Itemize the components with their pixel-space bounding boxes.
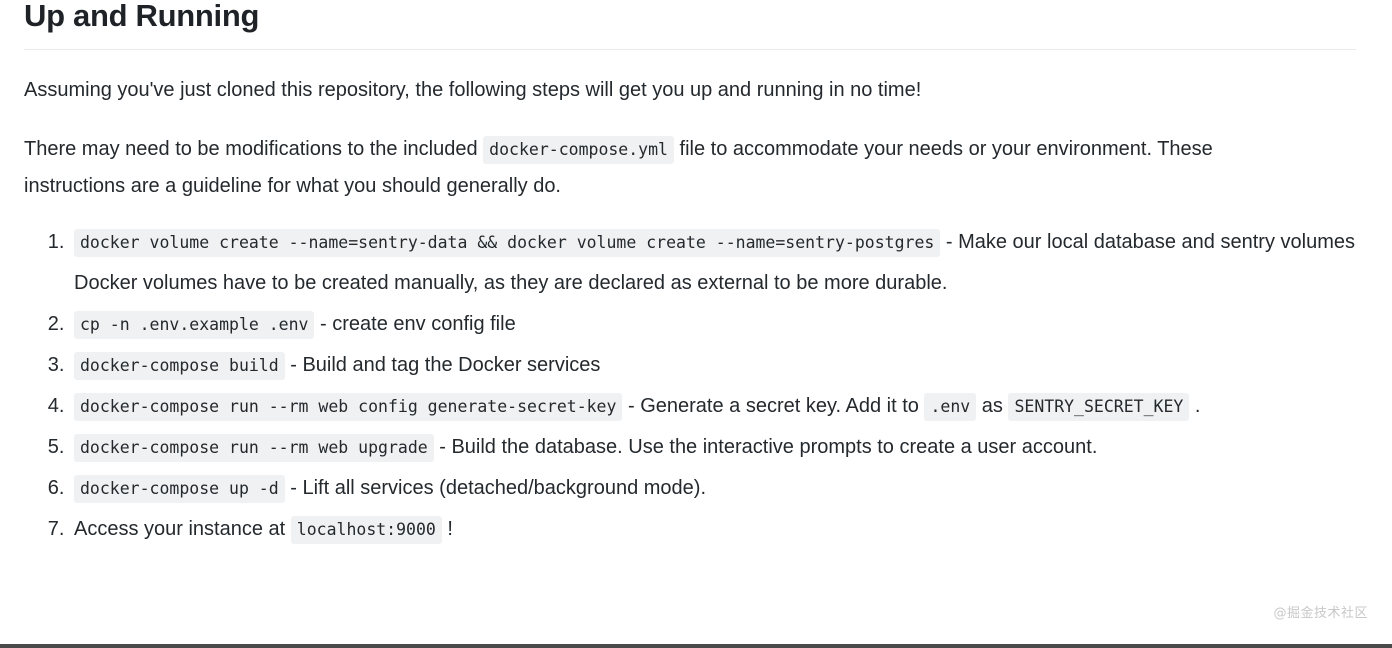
list-item: docker-compose up -d - Lift all services… xyxy=(70,468,1368,509)
intro-paragraph: Assuming you've just cloned this reposit… xyxy=(24,78,922,101)
step-6-text: - Lift all services (detached/background… xyxy=(284,476,707,499)
inline-code-web-upgrade: docker-compose run --rm web upgrade xyxy=(74,433,434,462)
list-item: docker volume create --name=sentry-data … xyxy=(70,222,1368,304)
step-5-text: - Build the database. Use the interactiv… xyxy=(433,435,1098,458)
list-item: docker-compose build - Build and tag the… xyxy=(70,345,1368,386)
list-item: docker-compose run --rm web upgrade - Bu… xyxy=(70,427,1368,468)
inline-code-cp-env: cp -n .env.example .env xyxy=(74,310,315,339)
step-4-text-mid2: as xyxy=(976,394,1009,417)
inline-code-sentry-secret-key: SENTRY_SECRET_KEY xyxy=(1008,392,1190,421)
inline-code-localhost: localhost:9000 xyxy=(290,515,442,544)
step-4-text-end: . xyxy=(1189,394,1201,417)
inline-code-env: .env xyxy=(924,392,977,421)
watermark: @掘金技术社区 xyxy=(1273,606,1368,621)
page-title: Up and Running xyxy=(24,0,260,33)
step-4-text-mid: - Generate a secret key. Add it to xyxy=(622,394,925,417)
bottom-divider xyxy=(0,644,1392,648)
list-item: cp -n .env.example .env - create env con… xyxy=(70,304,1368,345)
list-item: docker-compose run --rm web config gener… xyxy=(70,386,1368,427)
document-page: Up and Running Assuming you've just clon… xyxy=(0,0,1392,648)
inline-code-compose-up: docker-compose up -d xyxy=(74,474,285,503)
step-3-text: - Build and tag the Docker services xyxy=(284,353,601,376)
step-7-text-end: ! xyxy=(441,517,453,540)
inline-code-generate-secret-key: docker-compose run --rm web config gener… xyxy=(74,392,623,421)
modifications-text-before: There may need to be modifications to th… xyxy=(24,137,484,160)
step-7-text-start: Access your instance at xyxy=(74,517,291,540)
step-2-text: - create env config file xyxy=(314,312,516,335)
inline-code-compose-build: docker-compose build xyxy=(74,351,285,380)
steps-list: docker volume create --name=sentry-data … xyxy=(24,222,1368,550)
list-item: Access your instance at localhost:9000 ! xyxy=(70,509,1368,550)
title-divider xyxy=(24,48,1356,50)
modifications-paragraph: There may need to be modifications to th… xyxy=(24,131,1314,204)
inline-code-volume-create: docker volume create --name=sentry-data … xyxy=(74,228,941,257)
inline-code-docker-compose-yml: docker-compose.yml xyxy=(483,135,674,164)
